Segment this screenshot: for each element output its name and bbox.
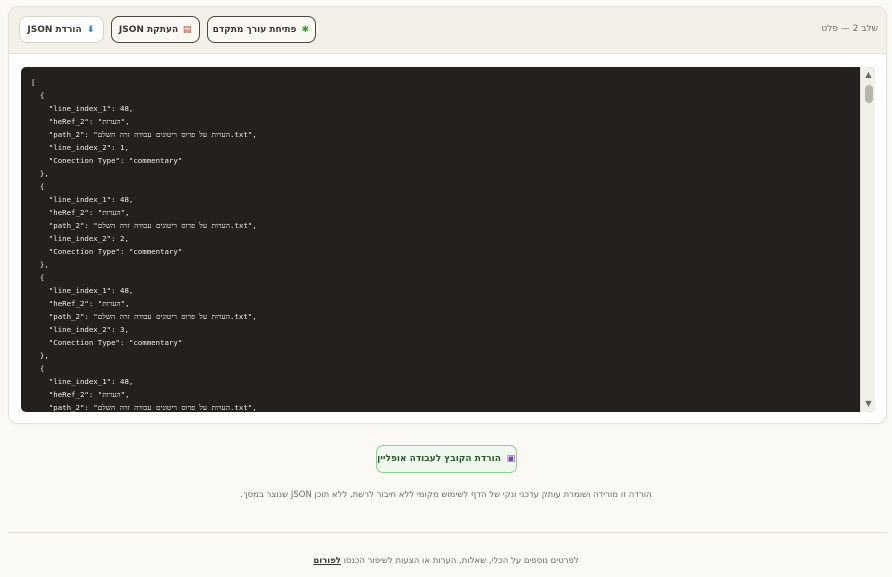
offline-note: הורדה זו מורידה ושומרת עותק עדכני ונקי ש… <box>240 490 652 500</box>
footer: לפרטים נוספים על הכלי, שאלות, הערות או ה… <box>0 556 892 566</box>
json-code-text: [ { "line_index_1": 48, "heRef_2": "הערו… <box>21 67 859 412</box>
code-line: "heRef_2": "הערות", <box>31 117 130 126</box>
download-offline-label: הורדת הקובץ לעבודה אופליין <box>377 454 501 464</box>
code-line: "line_index_1": 48, <box>31 286 134 295</box>
open-advanced-editor-label: פתיחת עורך מתקדם <box>212 24 297 35</box>
code-line: "Conection Type": "commentary" <box>31 156 183 165</box>
code-line: "line_index_2": 1, <box>31 143 129 152</box>
step-label: שלב 2 — פלט <box>821 24 878 34</box>
code-line: { <box>31 273 45 282</box>
copy-json-label: העתקת JSON <box>118 24 179 35</box>
code-line: }, <box>31 260 49 269</box>
code-line: "path_2": "הערות על פרוס ריטונים עבודה ז… <box>31 403 257 412</box>
scroll-down-arrow-icon[interactable]: ▼ <box>861 398 875 410</box>
code-line: "line_index_2": 2, <box>31 234 129 243</box>
code-line: "path_2": "הערות על פרוס ריטונים עבודה ז… <box>31 130 257 139</box>
scroll-up-arrow-icon[interactable]: ▲ <box>861 69 875 81</box>
clipboard-icon: ▤ <box>182 24 192 35</box>
footer-text: לפרטים נוספים על הכלי, שאלות, הערות או ה… <box>340 556 579 566</box>
code-line: "heRef_2": "הערות", <box>31 299 130 308</box>
copy-json-button[interactable]: ▤ העתקת JSON <box>111 16 200 43</box>
sparkle-icon: ✱ <box>301 24 310 35</box>
code-line: { <box>31 91 45 100</box>
code-line: "line_index_1": 48, <box>31 195 134 204</box>
code-line: "line_index_2": 3, <box>31 325 129 334</box>
code-line: "heRef_2": "הערות", <box>31 390 130 399</box>
download-json-button[interactable]: ⬇ הורדת JSON <box>19 16 104 43</box>
code-line: }, <box>31 169 49 178</box>
code-line: "Conection Type": "commentary" <box>31 247 183 256</box>
floppy-disk-icon: ▣ <box>506 454 516 464</box>
code-line: "line_index_1": 48, <box>31 104 134 113</box>
code-line: { <box>31 364 45 373</box>
json-output-area[interactable]: [ { "line_index_1": 48, "heRef_2": "הערו… <box>21 67 875 412</box>
code-line: "path_2": "הערות על פרוס ריטונים עבודה ז… <box>31 221 257 230</box>
code-line: "line_index_1": 48, <box>31 377 134 386</box>
download-offline-button[interactable]: ▣ הורדת הקובץ לעבודה אופליין <box>376 445 517 473</box>
code-line: "path_2": "הערות על פרוס ריטונים עבודה ז… <box>31 312 257 321</box>
code-line: "Conection Type": "commentary" <box>31 338 183 347</box>
code-line: [ <box>31 78 36 87</box>
download-icon: ⬇ <box>86 24 95 35</box>
output-panel: שלב 2 — פלט ⬇ הורדת JSON ▤ העתקת JSON ✱ … <box>8 6 887 424</box>
footer-divider <box>8 532 887 533</box>
open-advanced-editor-button[interactable]: ✱ פתיחת עורך מתקדם <box>207 16 316 43</box>
download-json-label: הורדת JSON <box>27 24 82 35</box>
code-line: }, <box>31 351 49 360</box>
forum-link[interactable]: לפורום <box>313 556 341 566</box>
code-line: { <box>31 182 45 191</box>
code-line: "heRef_2": "הערות", <box>31 208 130 217</box>
scroll-thumb[interactable] <box>865 85 873 103</box>
vertical-scrollbar[interactable]: ▲ ▼ <box>860 67 875 412</box>
panel-header: שלב 2 — פלט ⬇ הורדת JSON ▤ העתקת JSON ✱ … <box>9 7 886 54</box>
